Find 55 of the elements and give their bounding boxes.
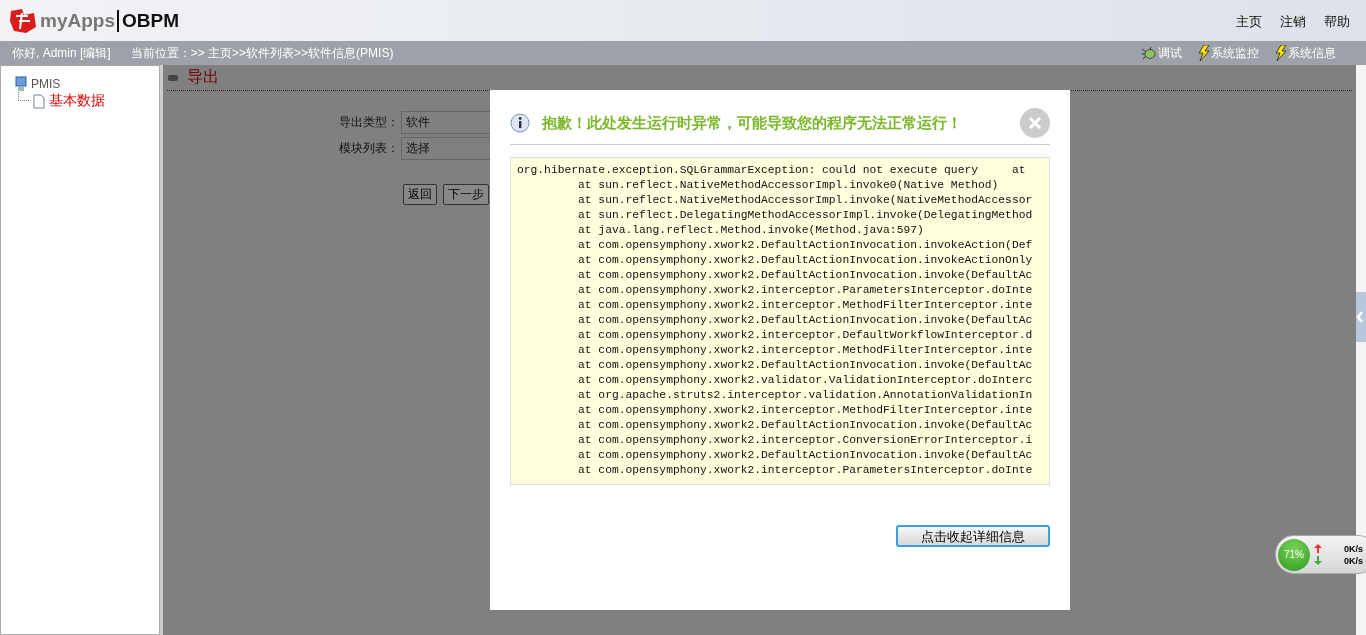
stack-trace-line: at com.opensymphony.xwork2.interceptor.ConversionErrorInterceptor.i: [577, 433, 1034, 448]
collapse-tab[interactable]: [1356, 292, 1366, 342]
stack-trace-line: at com.opensymphony.xwork2.DefaultActionInvocation.invokeActionOnly: [577, 253, 1034, 268]
logo-icon: [8, 6, 38, 35]
arrow-down-icon: [1314, 556, 1322, 565]
document-icon: [33, 93, 45, 109]
stack-trace-line: at com.opensymphony.xwork2.DefaultActionInvocation.invoke(DefaultAc: [577, 313, 1034, 328]
stack-trace-line: at sun.reflect.NativeMethodAccessorImpl.invoke0(Native Method): [577, 178, 1000, 193]
greeting-text: 你好, Admin [编辑]: [12, 44, 111, 62]
lightning-icon: [1198, 45, 1210, 61]
info-icon: [510, 113, 530, 133]
upload-rate: 0K/s: [1344, 543, 1363, 554]
logo-product: OBPM: [116, 9, 179, 32]
location-label: 当前位置：: [130, 44, 191, 62]
form-button[interactable]: 下一步: [443, 184, 489, 205]
stack-trace-line: at com.opensymphony.xwork2.interceptor.MethodFilterInterceptor.inte: [577, 343, 1034, 358]
stack-trace-line: at com.opensymphony.xwork2.interceptor.ParametersInterceptor.doInte: [577, 463, 1034, 478]
field-label: 模块列表：: [339, 140, 400, 157]
chevron-left-icon: [1356, 311, 1364, 323]
stack-trace-line: at sun.reflect.NativeMethodAccessorImpl.invoke(NativeMethodAccessor: [577, 193, 1034, 208]
lightning-icon: [1275, 45, 1287, 61]
stack-trace-line: at com.opensymphony.xwork2.DefaultActionInvocation.invoke(DefaultAc: [577, 418, 1034, 433]
tree-item[interactable]: PMIS: [31, 77, 61, 91]
close-icon: [1028, 116, 1042, 130]
collapse-details-button[interactable]: 点击收起详细信息: [896, 525, 1050, 547]
error-message: 抱歉！此处发生运行时异常，可能导致您的程序无法正常运行！: [542, 113, 963, 133]
stack-trace-line: at com.opensymphony.xwork2.interceptor.ParametersInterceptor.doInte: [577, 283, 1034, 298]
computer-icon: [15, 76, 27, 92]
stack-trace-line: at org.apache.struts2.interceptor.validation.AnnotationValidationIn: [577, 388, 1034, 403]
form-button[interactable]: 返回: [403, 184, 437, 205]
stack-trace-line: at com.opensymphony.xwork2.DefaultActionInvocation.invoke(DefaultAc: [577, 358, 1034, 373]
stack-trace-line: at com.opensymphony.xwork2.interceptor.DefaultWorkflowInterceptor.d: [577, 328, 1034, 343]
usage-indicator: 71%: [1278, 538, 1310, 571]
tree-item[interactable]: 基本数据: [49, 92, 105, 110]
stack-trace-line: at com.opensymphony.xwork2.DefaultActionInvocation.invoke(DefaultAc: [577, 268, 1034, 283]
nav-link[interactable]: 注销: [1280, 12, 1306, 31]
nav-link[interactable]: 主页: [1236, 12, 1262, 31]
close-button[interactable]: [1020, 108, 1050, 138]
stack-trace-line: at com.opensymphony.xwork2.interceptor.MethodFilterInterceptor.inte: [577, 298, 1034, 313]
arrow-up-icon: [1314, 544, 1322, 553]
stack-trace-line: at java.lang.reflect.Method.invoke(Method.java:597): [577, 223, 925, 238]
logo-brand: myApps: [40, 9, 115, 32]
download-rate: 0K/s: [1344, 555, 1363, 566]
field-label: 导出类型：: [339, 114, 400, 131]
stack-trace-line: at sun.reflect.DelegatingMethodAccessorImpl.invoke(DelegatingMethod: [577, 208, 1034, 223]
export-icon: [167, 73, 179, 82]
breadcrumb: >> 主页>>软件列表>>软件信息(PMIS): [190, 44, 394, 62]
stack-trace-line: at com.opensymphony.xwork2.DefaultActionInvocation.invoke(DefaultAc: [577, 448, 1034, 463]
bug-icon: [1141, 46, 1157, 60]
stack-trace-line: at com.opensymphony.xwork2.DefaultActionInvocation.invokeAction(Def: [577, 238, 1034, 253]
stack-trace-line: at com.opensymphony.xwork2.interceptor.MethodFilterInterceptor.inte: [577, 403, 1034, 418]
stack-trace-line: at com.opensymphony.xwork2.validator.ValidationInterceptor.doInterc: [577, 373, 1034, 388]
page-title: 导出: [187, 67, 219, 87]
stack-trace-line: org.hibernate.exception.SQLGrammarException: could not execute query at: [517, 163, 1027, 178]
nav-link[interactable]: 帮助: [1324, 12, 1350, 31]
